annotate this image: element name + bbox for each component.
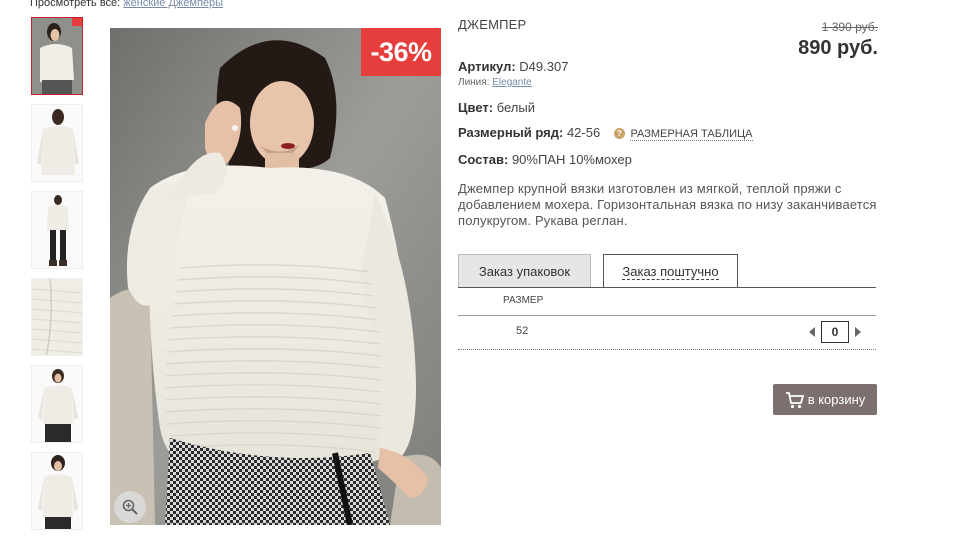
- tab-piece-order-label: Заказ поштучно: [622, 264, 719, 280]
- arrow-right-icon[interactable]: [851, 321, 865, 343]
- product-description: Джемпер крупной вязки изготовлен из мягк…: [458, 181, 877, 228]
- thumbnail-3[interactable]: [31, 191, 83, 269]
- thumbnail-2[interactable]: [31, 104, 83, 182]
- arrow-left-icon[interactable]: [805, 321, 819, 343]
- color-label: Цвет:: [458, 100, 494, 115]
- table-row-size: 52: [516, 325, 529, 337]
- color-value: белый: [496, 100, 535, 115]
- thumbnail-5[interactable]: [31, 365, 83, 443]
- cart-icon: [785, 391, 804, 408]
- add-to-cart-label: в корзину: [807, 392, 866, 407]
- breadcrumb: Просмотреть все: женские Джемперы: [30, 0, 223, 9]
- tab-package-order-label: Заказ упаковок: [478, 264, 571, 279]
- zoom-icon[interactable]: [114, 491, 146, 523]
- table-header-divider: [458, 315, 876, 316]
- composition-label: Состав:: [458, 152, 509, 167]
- color-row: Цвет: белый: [458, 100, 535, 115]
- line-link[interactable]: Elegante: [492, 77, 531, 88]
- main-product-photo[interactable]: -36%: [110, 28, 441, 525]
- composition-value: 90%ПАН 10%мохер: [511, 152, 632, 167]
- size-range-label: Размерный ряд:: [458, 125, 564, 140]
- thumbnail-list: [31, 17, 85, 539]
- breadcrumb-prefix: Просмотреть все:: [30, 0, 121, 9]
- tab-piece-order[interactable]: Заказ поштучно: [603, 254, 738, 288]
- tabs-divider: [458, 287, 876, 288]
- current-price: 890 руб.: [798, 37, 878, 59]
- thumbnail-1[interactable]: [31, 17, 83, 95]
- discount-badge: -36%: [361, 28, 441, 76]
- table-row-divider: [458, 349, 876, 350]
- help-icon[interactable]: ?: [613, 128, 625, 139]
- quantity-stepper: 0: [805, 321, 865, 343]
- product-info: ДЖЕМПЕР 1 390 руб. 890 руб. Артикул: D49…: [458, 17, 878, 415]
- size-range-row: Размерный ряд: 42-56 ? РАЗМЕРНАЯ ТАБЛИЦА: [458, 125, 753, 141]
- old-price: 1 390 руб.: [821, 20, 878, 34]
- line-label: Линия:: [458, 77, 490, 88]
- quantity-input[interactable]: 0: [821, 321, 849, 343]
- composition-row: Состав: 90%ПАН 10%мохер: [458, 152, 632, 167]
- line-row: Линия: Elegante: [458, 77, 532, 88]
- add-to-cart-button[interactable]: в корзину: [773, 384, 877, 415]
- size-table-link[interactable]: РАЗМЕРНАЯ ТАБЛИЦА: [630, 128, 753, 141]
- tab-package-order[interactable]: Заказ упаковок: [458, 254, 591, 288]
- thumbnail-4[interactable]: [31, 278, 83, 356]
- article-row: Артикул: D49.307: [458, 59, 568, 74]
- order-tabs: Заказ упаковок Заказ поштучно: [458, 254, 878, 288]
- article-label: Артикул:: [458, 59, 516, 74]
- product-name: ДЖЕМПЕР: [458, 17, 527, 32]
- article-value: D49.307: [519, 59, 569, 74]
- breadcrumb-category-link[interactable]: женские Джемперы: [123, 0, 223, 9]
- size-column-header: РАЗМЕР: [503, 295, 544, 306]
- size-range-value: 42-56: [566, 125, 601, 140]
- thumbnail-6[interactable]: [31, 452, 83, 530]
